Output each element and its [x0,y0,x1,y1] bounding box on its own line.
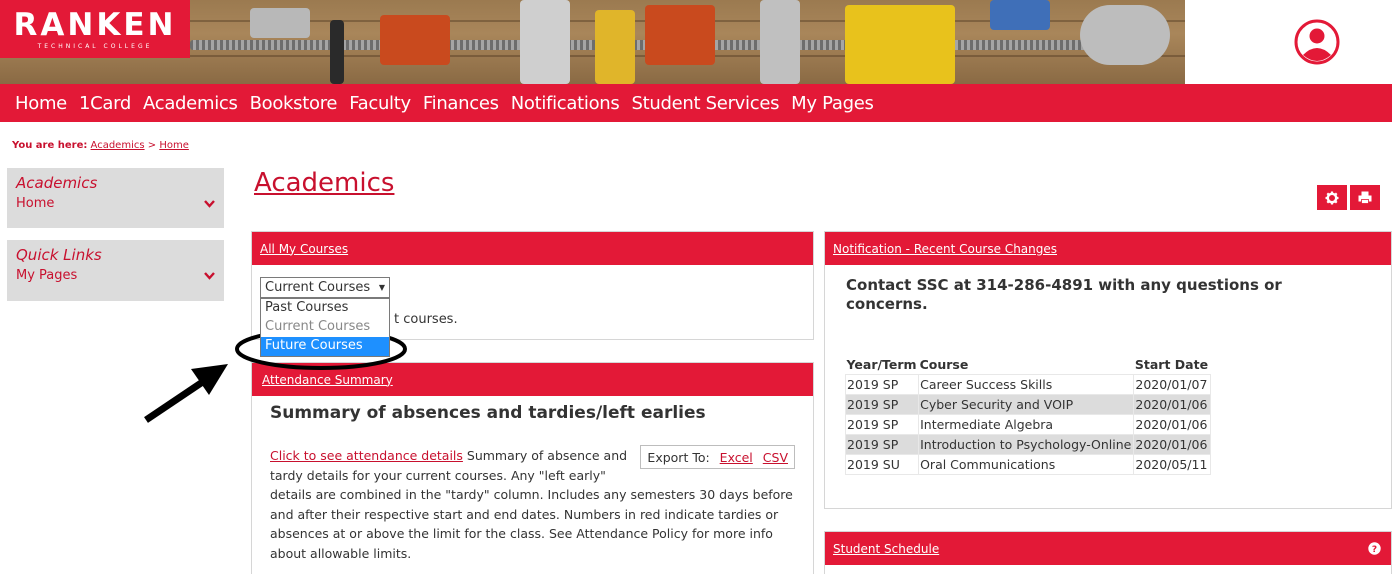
table-row: 2019 SP Career Success Skills 2020/01/07 [844,373,1211,395]
nav-student-services[interactable]: Student Services [631,93,779,114]
table-row: 2019 SP Introduction to Psychology-Onlin… [844,433,1211,455]
export-csv-link[interactable]: CSV [763,450,788,465]
course-filter-options: Past Courses Current Courses Future Cour… [260,298,390,357]
panel-header: Student Schedule ? [825,532,1391,565]
table-row: 2019 SU Oral Communications 2020/05/11 [844,453,1211,475]
ranken-logo[interactable]: RANKEN TECHNICAL COLLEGE [0,0,190,58]
courses-status-text: t courses. [394,312,458,327]
sidebar-item-my-pages[interactable]: My Pages [7,264,224,290]
table-cell: 2020/01/06 [1133,413,1211,435]
chevron-down-icon [204,199,215,208]
table-cell: 2020/01/06 [1133,393,1211,415]
table-cell: 2019 SP [844,393,920,415]
breadcrumb-home[interactable]: Home [159,140,189,151]
select-value: Current Courses [265,280,371,295]
logo-wordmark: RANKEN [13,6,177,43]
column-header: Course [919,356,969,372]
logo-tagline: TECHNICAL COLLEGE [37,42,153,50]
breadcrumb-separator: > [147,140,157,151]
panel-header: All My Courses [252,232,813,265]
table-cell: 2020/01/06 [1133,433,1211,455]
pointer-arrow-shaft [144,374,212,423]
sidebar-item-home[interactable]: Home [7,192,224,218]
attendance-details-link[interactable]: Click to see attendance details [270,448,463,463]
sidebar-title: Quick Links [16,246,102,264]
table-cell: Cyber Security and VOIP [918,393,1135,415]
chevron-down-icon [204,271,215,280]
student-schedule-panel: Student Schedule ? [824,531,1392,574]
sidebar-item-label: Home [16,196,55,211]
export-label: Export To: [647,450,710,465]
table-row: 2019 SP Cyber Security and VOIP 2020/01/… [844,393,1211,415]
pointer-arrow-head [191,364,228,395]
attendance-summary-link[interactable]: Attendance Summary [262,373,393,387]
panel-header: Attendance Summary [252,363,813,396]
page-title: Academics [254,168,395,198]
table-cell: 2020/01/07 [1133,373,1211,395]
column-header: Start Date [1134,356,1209,372]
user-circle-icon[interactable] [1294,19,1340,65]
panel-header: Notification - Recent Course Changes [825,232,1391,265]
nav-home[interactable]: Home [15,93,67,114]
sidebar-item-label: My Pages [16,268,78,283]
option-past-courses[interactable]: Past Courses [261,299,389,318]
print-button[interactable] [1350,185,1380,210]
student-schedule-link[interactable]: Student Schedule [833,542,939,556]
settings-button[interactable] [1317,185,1347,210]
breadcrumb-label: You are here: [12,140,88,151]
table-cell: 2019 SP [844,373,920,395]
site-header: RANKEN TECHNICAL COLLEGE [0,0,1392,84]
help-circle-icon[interactable]: ? [1368,542,1381,555]
column-header: Year/Term [846,356,917,372]
breadcrumb: You are here: Academics > Home [12,140,189,151]
nav-bookstore[interactable]: Bookstore [250,93,338,114]
svg-text:?: ? [1372,545,1377,555]
option-future-courses[interactable]: Future Courses [261,337,389,356]
table-cell: Oral Communications [918,453,1135,475]
course-filter-select[interactable]: Current Courses ▼ [260,277,390,298]
print-icon [1358,191,1372,204]
nav-faculty[interactable]: Faculty [349,93,411,114]
sidebar-title: Academics [16,174,98,192]
attendance-description: Export To: Excel CSV Click to see attend… [270,445,795,563]
export-excel-link[interactable]: Excel [720,450,753,465]
nav-academics[interactable]: Academics [143,93,238,114]
nav-notifications[interactable]: Notifications [511,93,620,114]
table-cell: Introduction to Psychology-Online [918,433,1135,455]
gear-icon [1325,191,1339,204]
nav-1card[interactable]: 1Card [79,93,131,114]
table-cell: 2019 SP [844,433,920,455]
nav-my-pages[interactable]: My Pages [791,93,874,114]
course-changes-table: Year/Term Course Start Date 2019 SP Care… [844,355,1211,475]
export-box: Export To: Excel CSV [640,445,795,469]
nav-finances[interactable]: Finances [423,93,499,114]
table-cell: 2020/05/11 [1133,453,1211,475]
table-cell: Career Success Skills [918,373,1135,395]
table-cell: Intermediate Algebra [918,413,1135,435]
attendance-heading: Summary of absences and tardies/left ear… [270,403,706,423]
table-row: 2019 SP Intermediate Algebra 2020/01/06 [844,413,1211,435]
option-current-courses[interactable]: Current Courses [261,318,389,337]
notification-link[interactable]: Notification - Recent Course Changes [833,242,1057,256]
sidebar-quick-links: Quick Links My Pages [7,240,224,301]
table-cell: 2019 SP [844,413,920,435]
table-cell: 2019 SU [844,453,920,475]
all-my-courses-link[interactable]: All My Courses [260,242,348,256]
sidebar-academics: Academics Home [7,168,224,228]
main-nav: Home 1Card Academics Bookstore Faculty F… [0,84,1392,122]
breadcrumb-academics[interactable]: Academics [91,140,145,151]
notification-message: Contact SSC at 314-286-4891 with any que… [846,276,1282,313]
caret-down-icon: ▼ [378,283,385,292]
